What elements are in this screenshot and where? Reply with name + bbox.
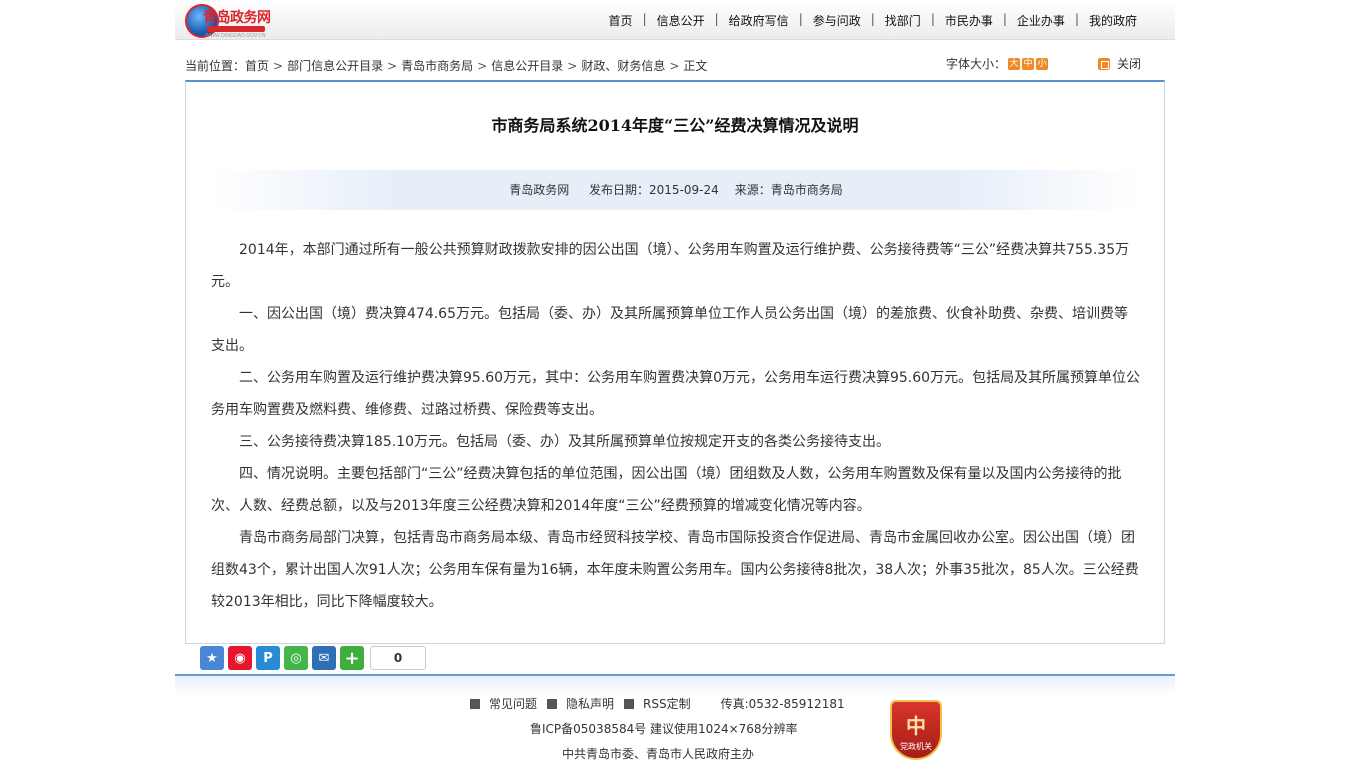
article-source: 来源：青岛市商务局 (734, 183, 843, 197)
font-large-button[interactable]: 大 (1008, 57, 1021, 70)
article-paragraph: 2014年，本部门通过所有一般公共预算财政拨款安排的因公出国（境）、公务用车购置… (211, 242, 1130, 290)
nav-info-open[interactable]: 信息公开 (647, 12, 715, 29)
article-paragraph: 青岛市商务局部门决算，包括青岛市商务局本级、青岛市经贸科技学校、青岛市国际投资合… (211, 530, 1139, 610)
square-bullet-icon (624, 698, 635, 709)
weibo-icon[interactable]: ◉ (228, 646, 252, 670)
breadcrumb: 当前位置： 首页 > 部门信息公开目录 > 青岛市商务局 > 信息公开目录 > … (185, 57, 707, 74)
article-meta: 青岛政务网 发布日期：2015-09-24 来源：青岛市商务局 (211, 170, 1141, 210)
footer-links: 常见问题 隐私声明 RSS定制 传真:0532-85912181 (470, 695, 845, 712)
square-bullet-icon (470, 698, 480, 709)
nav-home[interactable]: 首页 (599, 12, 643, 29)
nav-citizen[interactable]: 市民办事 (935, 12, 1003, 29)
breadcrumb-bureau[interactable]: 青岛市商务局 (401, 57, 473, 74)
site-logo[interactable]: 青岛政务网 WWW.QINGDAO.GOV.CN (183, 2, 279, 39)
article-paragraph: 三、公务接待费决算185.10万元。包括局（委、办）及其所属预算单位按规定开支的… (239, 434, 890, 450)
footer-divider (175, 674, 1175, 696)
nav-my-gov[interactable]: 我的政府 (1079, 12, 1147, 29)
share-count: 0 (370, 646, 426, 670)
renren-icon[interactable]: ✉ (312, 646, 336, 670)
logo-url: WWW.QINGDAO.GOV.CN (205, 33, 266, 39)
article-paragraph: 二、公务用车购置及运行维护费决算95.60万元，其中：公务用车购置费决算0万元，… (211, 370, 1141, 418)
chevron-right-icon: > (477, 58, 488, 73)
qzone-icon[interactable]: P (256, 646, 280, 670)
chevron-right-icon: > (387, 58, 398, 73)
close-label: 关闭 (1117, 57, 1142, 71)
chevron-right-icon: > (567, 58, 578, 73)
footer-link-privacy[interactable]: 隐私声明 (566, 695, 614, 712)
share-bar: ★ ◉ P ◎ ✉ + 0 (200, 646, 426, 670)
font-small-button[interactable]: 小 (1036, 57, 1049, 70)
nav-enterprise[interactable]: 企业办事 (1007, 12, 1075, 29)
party-gov-badge[interactable]: 中 党政机关 (890, 700, 942, 760)
breadcrumb-prefix: 当前位置： (185, 59, 246, 73)
breadcrumb-dept-catalog[interactable]: 部门信息公开目录 (287, 57, 383, 74)
font-medium-button[interactable]: 中 (1022, 57, 1035, 70)
chevron-right-icon: > (273, 58, 284, 73)
nav-find-dept[interactable]: 找部门 (875, 12, 931, 29)
breadcrumb-info-catalog[interactable]: 信息公开目录 (491, 57, 563, 74)
article-publish-date: 发布日期：2015-09-24 (589, 183, 719, 197)
font-size-label: 字体大小： (946, 57, 1007, 71)
nav-write-letter[interactable]: 给政府写信 (719, 12, 799, 29)
main-nav: 首页 | 信息公开 | 给政府写信 | 参与问政 | 找部门 | 市民办事 | 企业办事 | … (599, 12, 1147, 29)
breadcrumb-current: 正文 (683, 59, 708, 73)
footer-icp: 鲁ICP备05038584号 建议使用1024×768分辨率 (530, 722, 798, 736)
article-title: 市商务局系统2014年度“三公”经费决算情况及说明 (491, 116, 859, 135)
logo-text: 青岛政务网 (203, 10, 271, 26)
breadcrumb-home[interactable]: 首页 (245, 57, 269, 74)
article-paragraph: 四、情况说明。主要包括部门“三公”经费决算包括的单位范围，因公出国（境）团组数及… (211, 466, 1122, 514)
article-paragraph: 一、因公出国（境）费决算474.65万元。包括局（委、办）及其所属预算单位工作人… (211, 306, 1128, 354)
article-panel: 市商务局系统2014年度“三公”经费决算情况及说明 青岛政务网 发布日期：201… (185, 80, 1165, 644)
chevron-right-icon: > (669, 58, 680, 73)
footer-link-rss[interactable]: RSS定制 (643, 695, 691, 712)
favorite-star-icon[interactable]: ★ (200, 646, 224, 670)
plus-icon[interactable]: + (340, 646, 364, 670)
font-size-control: 字体大小： 大 中 小 (946, 55, 1049, 72)
close-button[interactable]: 关闭 (1098, 55, 1141, 72)
article-site: 青岛政务网 (509, 183, 570, 197)
article-body: 2014年，本部门通过所有一般公共预算财政拨款安排的因公出国（境）、公务用车购置… (211, 234, 1141, 618)
footer-fax: 传真:0532-85912181 (720, 697, 845, 711)
footer-link-faq[interactable]: 常见问题 (489, 695, 537, 712)
nav-participate[interactable]: 参与问政 (803, 12, 871, 29)
wechat-icon[interactable]: ◎ (284, 646, 308, 670)
close-icon (1098, 57, 1110, 70)
badge-text: 党政机关 (900, 742, 932, 751)
square-bullet-icon (547, 698, 558, 709)
footer-host: 中共青岛市委、青岛市人民政府主办 (562, 747, 755, 761)
breadcrumb-finance[interactable]: 财政、财务信息 (581, 57, 665, 74)
site-header: 青岛政务网 WWW.QINGDAO.GOV.CN 首页 | 信息公开 | 给政府写信… (175, 0, 1175, 40)
logo-stripe (207, 26, 265, 32)
badge-emblem: 中 (906, 714, 926, 738)
